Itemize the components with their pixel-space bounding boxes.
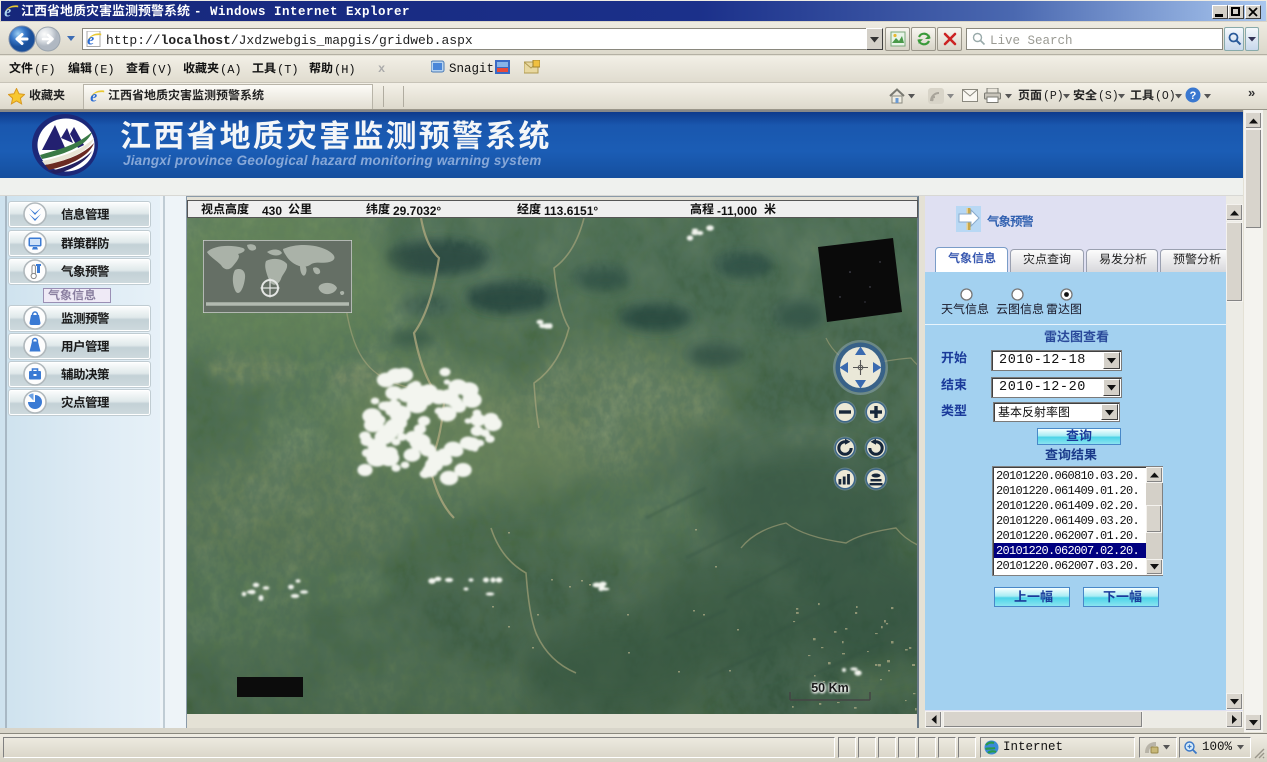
svg-text:?: ? [1190, 90, 1197, 102]
svg-text:e: e [87, 32, 94, 48]
svg-text:e: e [90, 89, 97, 105]
svg-text:e: e [4, 4, 11, 20]
